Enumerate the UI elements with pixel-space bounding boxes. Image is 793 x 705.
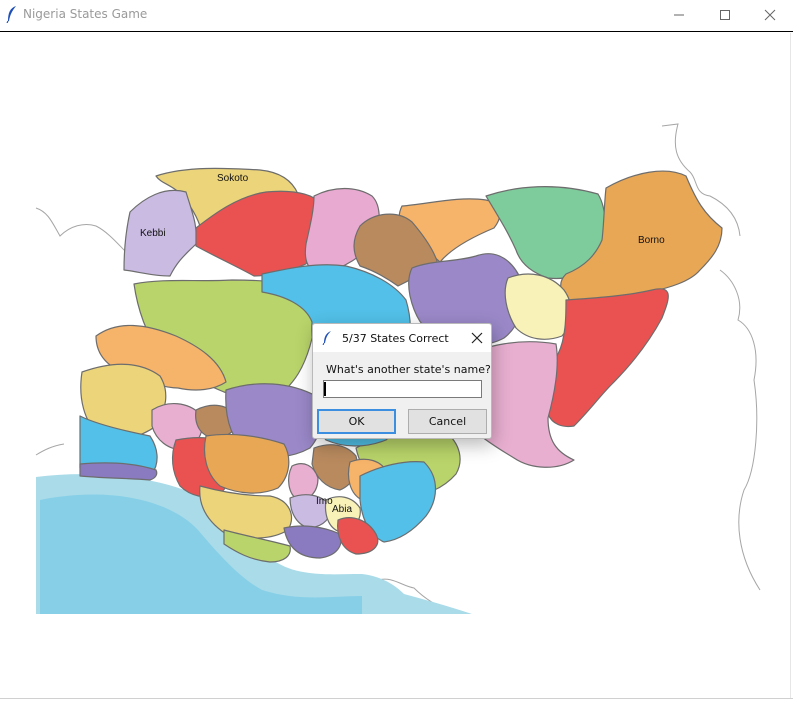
state-rivers	[283, 525, 342, 559]
feather-icon	[6, 6, 16, 23]
label-imo: Imo	[316, 496, 333, 507]
dialog-title: 5/37 States Correct	[342, 332, 449, 345]
close-window-button[interactable]	[747, 0, 793, 30]
dialog-prompt: What's another state's name?	[326, 363, 491, 376]
feather-icon	[322, 331, 331, 345]
cancel-button[interactable]: Cancel	[408, 409, 487, 434]
dialog-title-bar[interactable]: 5/37 States Correct	[313, 324, 491, 352]
window-title: Nigeria States Game	[23, 7, 148, 21]
state-input-dialog: 5/37 States Correct What's another state…	[312, 323, 492, 439]
minimize-icon	[674, 14, 684, 16]
state-name-input[interactable]	[323, 380, 482, 398]
window-bottom-edge	[0, 698, 793, 699]
state-adamawa	[546, 288, 669, 428]
ok-button[interactable]: OK	[317, 409, 396, 434]
text-caret	[324, 382, 326, 396]
close-icon[interactable]	[470, 331, 484, 345]
app-window: Nigeria States Game Sokoto Kebbi Borno I…	[0, 0, 793, 705]
canvas-right-edge	[790, 33, 791, 698]
maximize-icon	[720, 10, 730, 20]
label-borno: Borno	[638, 235, 665, 246]
maximize-button[interactable]	[702, 0, 748, 30]
label-sokoto: Sokoto	[217, 173, 249, 184]
close-icon	[764, 9, 776, 21]
label-kebbi: Kebbi	[140, 228, 166, 239]
label-abia: Abia	[332, 504, 353, 515]
title-bar: Nigeria States Game	[0, 0, 793, 32]
minimize-button[interactable]	[656, 0, 702, 30]
